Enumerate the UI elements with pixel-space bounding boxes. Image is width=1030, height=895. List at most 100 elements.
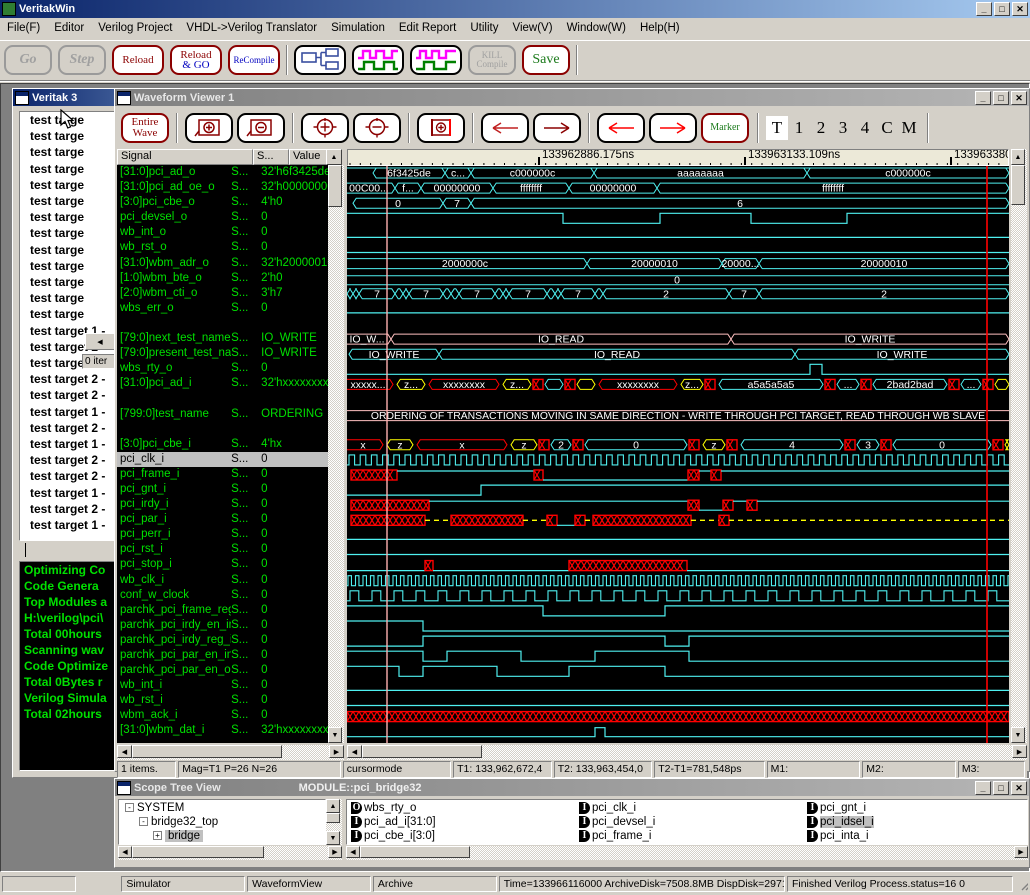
cursor-tab-c[interactable]: C [876,116,898,140]
col-header-s[interactable]: S... [253,149,289,165]
cursor-tab-4[interactable]: 4 [854,116,876,140]
signal-row[interactable]: [31:0]wbm_adr_o S... 32'h20000010 [117,256,328,271]
signal-row[interactable]: wbs_rty_o S... 0 [117,361,328,376]
kill-compile-button[interactable]: KILL Compile [468,44,516,75]
signal-row[interactable]: wb_rst_i S... 0 [117,693,328,708]
signal-row[interactable]: pci_devsel_o S... 0 [117,210,328,225]
prev-transition-button[interactable] [597,113,645,143]
signal-row[interactable]: wbm_ack_i S... 0 [117,708,328,723]
signal-row[interactable]: [31:0]pci_ad_o S... 32'h6f3425de [117,165,328,180]
resize-grip[interactable] [1015,876,1028,892]
step-button[interactable]: Step [58,44,106,75]
scope-minimize-button[interactable]: _ [975,780,991,795]
waveform-view-button-2[interactable] [410,44,462,75]
signal-row[interactable]: [79:0]next_test_name S... IO_WRITE [117,331,328,346]
signal-row[interactable]: pci_clk_i S... 0 [117,451,328,467]
hierarchy-view-button[interactable] [294,44,346,75]
signal-row[interactable]: wb_rst_o S... 0 [117,240,328,255]
signal-row[interactable]: [3:0]pci_cbe_i S... 4'hx [117,437,328,452]
scrollbar-thumb[interactable] [326,813,340,823]
scroll-left-button[interactable]: ◀ [118,846,132,858]
port-item[interactable]: Ipci_inta_i [807,830,869,842]
menu-window[interactable]: Window(W) [560,20,633,36]
menu-edit-report[interactable]: Edit Report [392,20,464,36]
zoom-out-box-button[interactable] [237,113,285,143]
scroll-right-button[interactable]: ▶ [1014,846,1028,858]
scope-maximize-button[interactable]: □ [993,780,1009,795]
scrollbar-thumb[interactable] [132,745,282,758]
signal-row[interactable]: pci_perr_i S... 0 [117,527,328,542]
signal-row[interactable]: wb_int_i S... 0 [117,678,328,693]
scroll-left-button[interactable]: ◀ [347,745,362,758]
signal-row[interactable]: conf_w_clock S... 0 [117,588,328,603]
scrollbar-thumb[interactable] [360,846,470,858]
zoom-cursor-button[interactable] [417,113,465,143]
menu-help[interactable]: Help(H) [633,20,687,36]
scroll-up-button[interactable]: ▲ [1011,149,1025,165]
waveform-vertical-scrollbar[interactable]: ▲ ▼ [1011,149,1027,743]
signal-horizontal-scrollbar[interactable]: ◀ ▶ [117,745,344,760]
menu-file[interactable]: File(F) [0,20,47,36]
waveform-minimize-button[interactable]: _ [975,90,991,105]
collapse-icon[interactable]: - [139,817,148,827]
marker-button[interactable]: Marker [701,113,749,143]
signal-row[interactable]: [799:0]test_name S... ORDERING [117,407,328,422]
scroll-down-button[interactable]: ▼ [326,831,340,845]
close-button[interactable]: ✕ [1012,2,1028,16]
cursor-tab-m[interactable]: M [898,116,920,140]
waveform-horizontal-scrollbar[interactable]: ◀ ▶ [347,745,1027,760]
expand-icon[interactable]: + [153,831,162,841]
signal-row[interactable]: wb_int_o S... 0 [117,225,328,240]
cursor-tab-3[interactable]: 3 [832,116,854,140]
signal-row[interactable]: [79:0]present_test_na... S... IO_WRITE [117,346,328,361]
signal-row[interactable]: parchk_pci_irdy_reg_in S... 0 [117,633,328,648]
zoom-in-button[interactable] [301,113,349,143]
signal-row[interactable]: [31:0]wbm_dat_i S... 32'hxxxxxxxx [117,723,328,738]
menu-vhdl-translator[interactable]: VHDL->Verilog Translator [179,20,324,36]
signal-row[interactable]: pci_stop_i S... 0 [117,557,328,572]
scroll-right-button[interactable]: ▶ [329,745,344,758]
signal-row[interactable]: pci_rst_i S... 0 [117,542,328,557]
scrollbar-thumb[interactable] [328,165,342,207]
tree-node[interactable]: - SYSTEM [125,802,184,814]
signal-row[interactable]: parchk_pci_frame_reg...S... 0 [117,603,328,618]
signal-row[interactable]: [31:0]pci_ad_oe_o S... 32'h00000000 [117,180,328,195]
signal-row[interactable]: pci_gnt_i S... 0 [117,482,328,497]
menu-editor[interactable]: Editor [47,20,91,36]
scroll-up-button[interactable]: ▲ [326,799,340,813]
tree-node[interactable]: - bridge32_top [139,816,218,828]
signal-scroll-up-button[interactable]: ▲ [326,149,342,165]
scrollbar-thumb[interactable] [132,846,264,858]
recompile-button[interactable]: ReCompile [228,44,280,75]
signal-row[interactable]: parchk_pci_par_en_out S... 0 [117,663,328,678]
waveform-canvas[interactable]: 6f3425de c... c000000c aaaaaaaa c000000c 00C0… [347,166,1009,743]
scroll-right-button[interactable]: ▶ [328,846,342,858]
cursor-tab-t[interactable]: T [766,116,788,140]
port-item[interactable]: Owbs_rty_o [351,802,416,814]
maximize-button[interactable]: □ [994,2,1010,16]
time-ruler[interactable]: 133962886.175ns 133963133.109ns 13396338… [347,149,1009,166]
signal-list[interactable]: [31:0]pci_ad_o S... 32'h6f3425de [31:0]pci_… [117,165,328,743]
scroll-left-button[interactable]: ◀ [346,846,360,858]
minimize-button[interactable]: _ [976,2,992,16]
scroll-down-button[interactable]: ▼ [1011,727,1025,743]
scope-close-button[interactable]: ✕ [1011,780,1027,795]
scrollbar-thumb[interactable] [362,745,482,758]
port-item[interactable]: Ipci_gnt_i [807,802,866,814]
tree-node[interactable]: + bridge [153,830,203,842]
zoom-in-box-button[interactable] [185,113,233,143]
tree-horizontal-scrollbar[interactable]: ◀ ▶ [118,846,342,860]
waveform-close-button[interactable]: ✕ [1011,90,1027,105]
port-item[interactable]: Ipci_ad_i[31:0] [351,816,436,828]
entire-wave-button[interactable]: Entire Wave [121,113,169,143]
save-button[interactable]: Save [522,44,570,75]
cursor-tab-2[interactable]: 2 [810,116,832,140]
signal-row[interactable]: pci_par_i S... 0 [117,512,328,527]
port-list[interactable]: Owbs_rty_o Ipci_ad_i[31:0] Ipci_cbe_i[3:0]… [346,799,1028,845]
scrollbar-thumb[interactable] [1011,165,1025,205]
tree-vertical-scrollbar[interactable]: ▲ ▼ [326,799,342,845]
menu-simulation[interactable]: Simulation [324,20,392,36]
signal-row[interactable]: [31:0]pci_ad_i S... 32'hxxxxxxxx [117,376,328,391]
menu-verilog-project[interactable]: Verilog Project [91,20,179,36]
cursor-tab-1[interactable]: 1 [788,116,810,140]
